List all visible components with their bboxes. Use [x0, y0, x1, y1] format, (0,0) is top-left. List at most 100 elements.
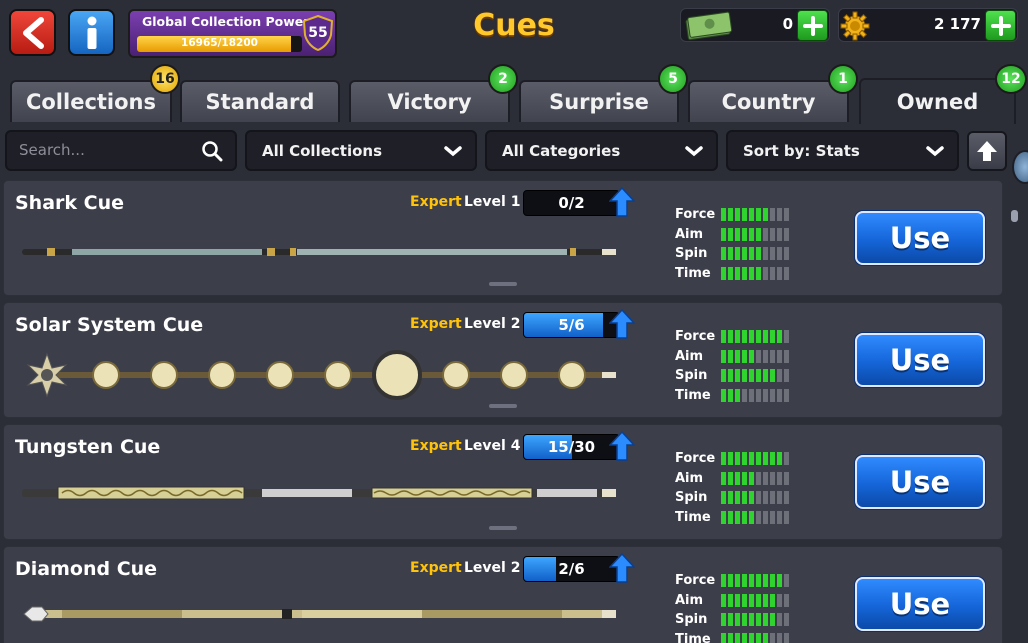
- stat-segment: [777, 613, 782, 627]
- cue-level-progress: 5/6: [523, 312, 620, 338]
- cash-counter: 0: [680, 8, 830, 42]
- stat-label: Spin: [675, 246, 708, 262]
- upgrade-arrow-icon[interactable]: [609, 187, 635, 217]
- stat-segment: [770, 593, 775, 607]
- stat-segment: [742, 452, 747, 466]
- stat-segment: [749, 247, 754, 261]
- cue-tier: Expert: [410, 438, 462, 454]
- upgrade-arrow-icon[interactable]: [609, 309, 635, 339]
- upgrade-arrow-icon[interactable]: [609, 431, 635, 461]
- stat-bar: [721, 510, 789, 524]
- stat-bar: [721, 471, 789, 485]
- stat-segment: [763, 613, 768, 627]
- stat-segment: [777, 349, 782, 363]
- cue-tier: Expert: [410, 560, 462, 576]
- stat-segment: [749, 266, 754, 280]
- stat-segment: [763, 510, 768, 524]
- stat-segment: [728, 227, 733, 241]
- stat-segment: [721, 369, 726, 383]
- plus-icon: [802, 15, 823, 36]
- tab-surprise[interactable]: Surprise: [519, 80, 679, 122]
- stat-segment: [777, 593, 782, 607]
- scrollbar[interactable]: [1008, 180, 1020, 643]
- stat-segment: [742, 510, 747, 524]
- use-button[interactable]: Use: [855, 333, 985, 387]
- cue-name: Shark Cue: [15, 192, 125, 214]
- sort-dropdown[interactable]: Sort by: Stats: [726, 130, 959, 171]
- info-button[interactable]: [68, 9, 115, 56]
- stat-segment: [735, 208, 740, 222]
- cue-image: [22, 604, 622, 628]
- add-coins-button[interactable]: [985, 10, 1016, 41]
- stat-segment: [777, 491, 782, 505]
- stat-segment: [742, 349, 747, 363]
- use-button[interactable]: Use: [855, 455, 985, 509]
- stat-segment: [777, 247, 782, 261]
- stat-label: Aim: [675, 470, 704, 486]
- stat-label: Aim: [675, 348, 704, 364]
- avatar[interactable]: [1012, 150, 1028, 184]
- scroll-thumb[interactable]: [1011, 210, 1018, 222]
- tab-victory[interactable]: Victory: [349, 80, 510, 122]
- info-icon: [87, 16, 96, 49]
- top-bar: Global Collection Power 16965/18200 55 C…: [0, 0, 1028, 78]
- stat-segment: [777, 452, 782, 466]
- expand-handle[interactable]: [489, 526, 517, 530]
- tab-owned[interactable]: Owned: [859, 78, 1016, 124]
- stat-segment: [770, 510, 775, 524]
- tab-standard[interactable]: Standard: [180, 80, 340, 122]
- cue-name: Diamond Cue: [15, 558, 158, 580]
- cue-image: [22, 244, 622, 263]
- cue-level: Level 4: [464, 438, 521, 454]
- stat-segment: [749, 452, 754, 466]
- tab-country[interactable]: Country: [688, 80, 849, 122]
- search-input[interactable]: [19, 141, 189, 159]
- stat-label: Time: [675, 509, 711, 525]
- power-level: 55: [308, 25, 328, 41]
- stat-segment: [770, 208, 775, 222]
- stat-bar: [721, 266, 789, 280]
- stat-segment: [742, 266, 747, 280]
- categories-dropdown[interactable]: All Categories: [485, 130, 718, 171]
- stat-segment: [735, 369, 740, 383]
- tab-label: Victory: [387, 90, 472, 114]
- stat-segment: [742, 369, 747, 383]
- upgrade-arrow-icon[interactable]: [609, 553, 635, 583]
- expand-handle[interactable]: [489, 404, 517, 408]
- stat-segment: [784, 593, 789, 607]
- collections-dropdown[interactable]: All Collections: [245, 130, 477, 171]
- back-button[interactable]: [9, 9, 56, 56]
- scroll-to-top-button[interactable]: [967, 131, 1007, 171]
- search-icon[interactable]: [201, 140, 223, 162]
- chevron-down-icon: [685, 146, 703, 157]
- stat-segment: [735, 388, 740, 402]
- add-cash-button[interactable]: [797, 10, 828, 41]
- sort-dropdown-value: Sort by: Stats: [743, 142, 860, 160]
- stat-row-force: Force: [675, 205, 789, 225]
- stat-segment: [777, 632, 782, 643]
- stat-segment: [735, 227, 740, 241]
- stat-segment: [735, 452, 740, 466]
- stat-segment: [721, 208, 726, 222]
- stat-segment: [728, 330, 733, 344]
- cue-level: Level 2: [464, 560, 521, 576]
- stat-segment: [721, 471, 726, 485]
- stat-segment: [756, 593, 761, 607]
- cue-level-progress-text: 15/30: [547, 438, 596, 456]
- stat-segment: [763, 227, 768, 241]
- stat-bar: [721, 330, 789, 344]
- expand-handle[interactable]: [489, 282, 517, 286]
- cue-name: Tungsten Cue: [15, 436, 161, 458]
- tab-collections[interactable]: Collections: [10, 80, 172, 122]
- stat-bar: [721, 208, 789, 222]
- stat-row-aim: Aim: [675, 347, 789, 367]
- stat-segment: [777, 266, 782, 280]
- stat-segment: [756, 247, 761, 261]
- stat-segment: [735, 510, 740, 524]
- stat-segment: [742, 388, 747, 402]
- global-collection-power-panel[interactable]: Global Collection Power 16965/18200 55: [128, 9, 337, 58]
- stat-segment: [735, 574, 740, 588]
- use-button[interactable]: Use: [855, 577, 985, 631]
- stat-segment: [770, 574, 775, 588]
- use-button[interactable]: Use: [855, 211, 985, 265]
